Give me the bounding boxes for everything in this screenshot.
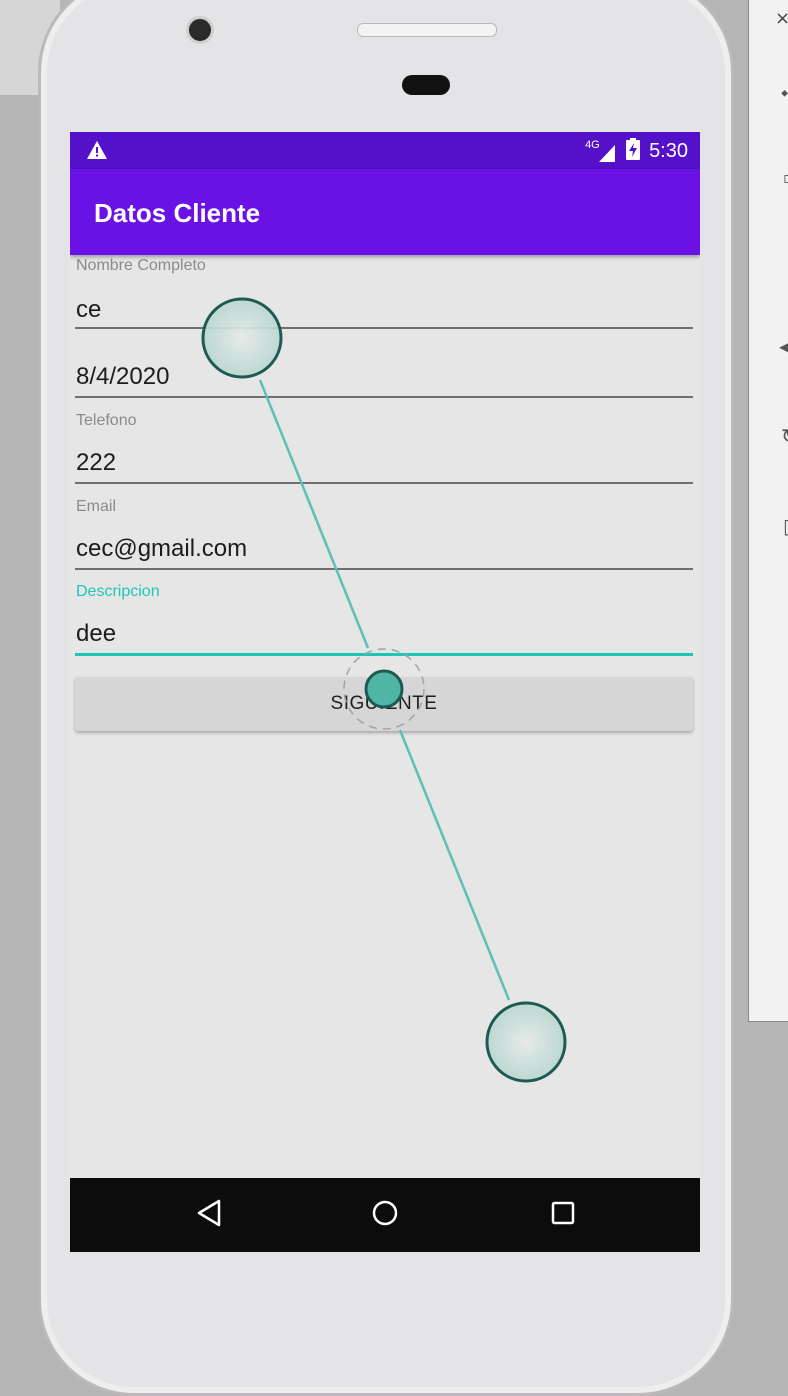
signal-icon: 4G xyxy=(585,139,617,163)
home-icon[interactable] xyxy=(370,1198,400,1232)
descripcion-input[interactable]: dee xyxy=(76,620,116,648)
email-input[interactable]: cec@gmail.com xyxy=(76,535,247,563)
status-indicators: 4G 5:30 xyxy=(585,138,688,165)
app-bar-title: Datos Cliente xyxy=(94,198,261,228)
side-panel: × ⬩ ▫ ◂ ↻ e ▯ ↑ c xyxy=(748,0,788,1022)
telefono-underline xyxy=(75,482,693,484)
arrow-up-icon[interactable]: ↑ xyxy=(749,705,752,729)
panel-icon[interactable]: ◂ xyxy=(779,334,788,358)
camera-icon xyxy=(186,16,214,44)
descripcion-label: Descripcion xyxy=(76,583,160,600)
nombre-input[interactable]: ce xyxy=(76,296,101,324)
telefono-label: Telefono xyxy=(76,412,137,429)
descripcion-field[interactable]: Descripcion dee xyxy=(75,581,693,657)
email-label: Email xyxy=(76,498,117,515)
status-bar: 4G 5:30 xyxy=(70,132,700,169)
panel-icon[interactable]: ▯ xyxy=(783,514,788,538)
telefono-input[interactable]: 222 xyxy=(76,449,116,477)
nombre-label: Nombre Completo xyxy=(76,257,206,274)
fecha-field[interactable]: 8/4/2020 xyxy=(75,347,693,399)
nombre-field[interactable]: Nombre Completo ce xyxy=(75,255,693,329)
telefono-field[interactable]: Telefono 222 xyxy=(75,410,693,484)
warning-icon xyxy=(86,140,108,164)
email-underline xyxy=(75,568,693,570)
siguiente-button-label: SIGUIENTE xyxy=(330,693,438,714)
panel-icon[interactable]: ↻ xyxy=(781,424,788,448)
app-bar: Datos Cliente xyxy=(70,169,700,255)
clock: 5:30 xyxy=(649,140,688,162)
fecha-input[interactable]: 8/4/2020 xyxy=(76,363,169,391)
panel-icon[interactable]: ⬩ xyxy=(781,80,788,104)
panel-icon[interactable]: ▫ xyxy=(783,168,788,187)
panel-text: e xyxy=(749,492,750,523)
email-field[interactable]: Email cec@gmail.com xyxy=(75,496,693,570)
descripcion-underline xyxy=(75,653,693,656)
siguiente-button[interactable]: SIGUIENTE xyxy=(75,677,693,731)
battery-icon xyxy=(625,138,641,165)
proximity-sensor xyxy=(402,75,450,95)
speaker-grille xyxy=(357,23,497,37)
nombre-underline xyxy=(75,327,693,329)
recents-icon[interactable] xyxy=(550,1198,576,1232)
fecha-underline xyxy=(75,396,693,398)
navigation-bar xyxy=(70,1178,700,1252)
device-screen: 4G 5:30 Datos Cliente Nombre Completo ce… xyxy=(70,132,700,1252)
back-icon[interactable] xyxy=(196,1198,222,1232)
close-icon[interactable]: × xyxy=(775,8,788,29)
